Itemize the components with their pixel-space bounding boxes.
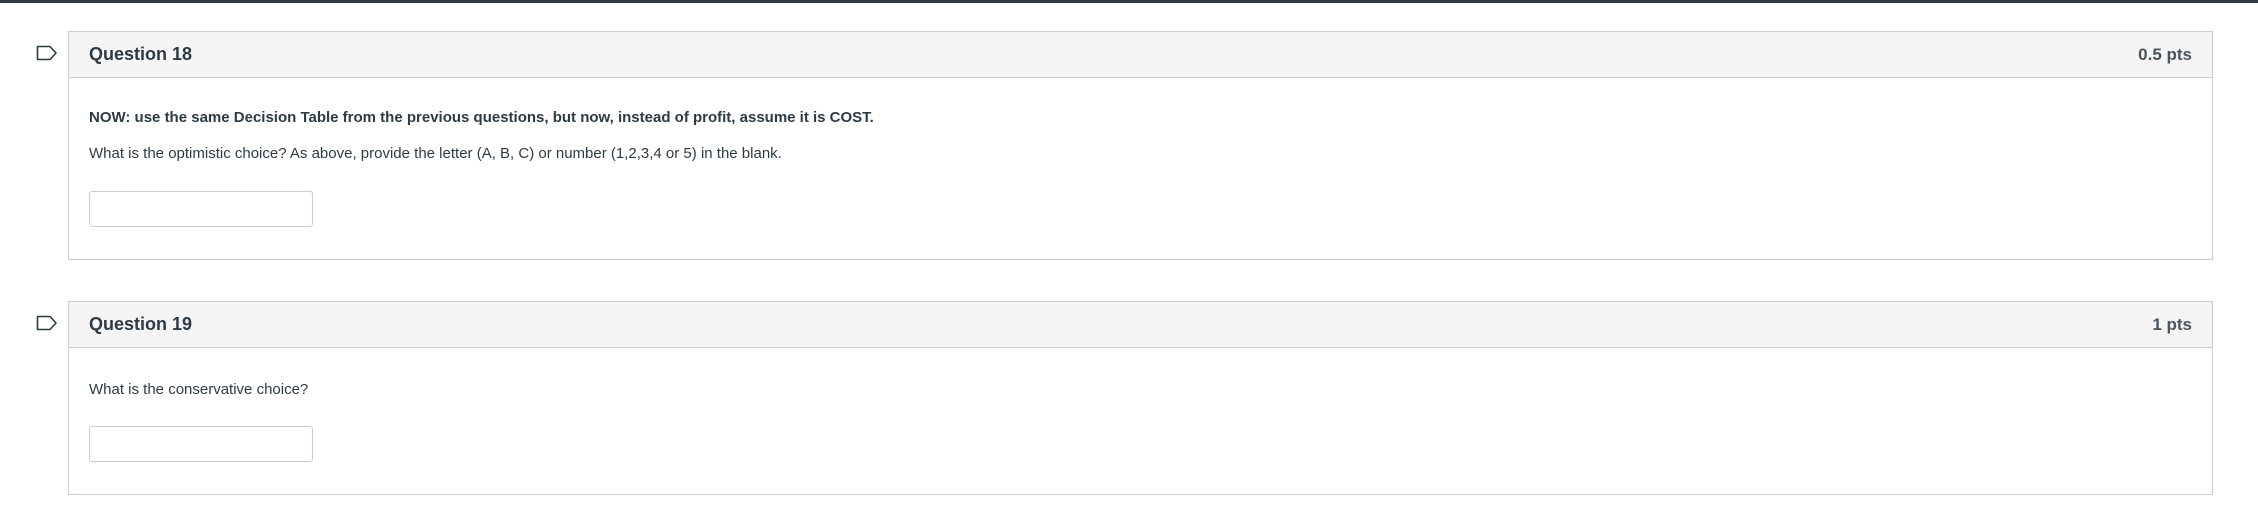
question-text: What is the optimistic choice? As above,…: [89, 145, 782, 162]
question-header: Question 18 0.5 pts: [69, 32, 2212, 78]
answer-input[interactable]: [89, 191, 313, 227]
answer-input[interactable]: [89, 426, 313, 462]
top-border: [0, 0, 2258, 3]
question-text: What is the conservative choice?: [89, 381, 309, 398]
question-header: Question 19 1 pts: [69, 302, 2212, 348]
question-intro: NOW: use the same Decision Table from th…: [89, 109, 874, 126]
flag-question-icon[interactable]: [36, 315, 58, 331]
question-19-card: Question 19 1 pts What is the conservati…: [68, 301, 2213, 495]
flag-question-icon[interactable]: [36, 45, 58, 61]
question-title: Question 18: [89, 44, 193, 64]
question-title: Question 19: [89, 314, 193, 334]
question-points: 1 pts: [2152, 314, 2192, 334]
question-points: 0.5 pts: [2138, 44, 2192, 64]
question-18-card: Question 18 0.5 pts NOW: use the same De…: [68, 31, 2213, 260]
